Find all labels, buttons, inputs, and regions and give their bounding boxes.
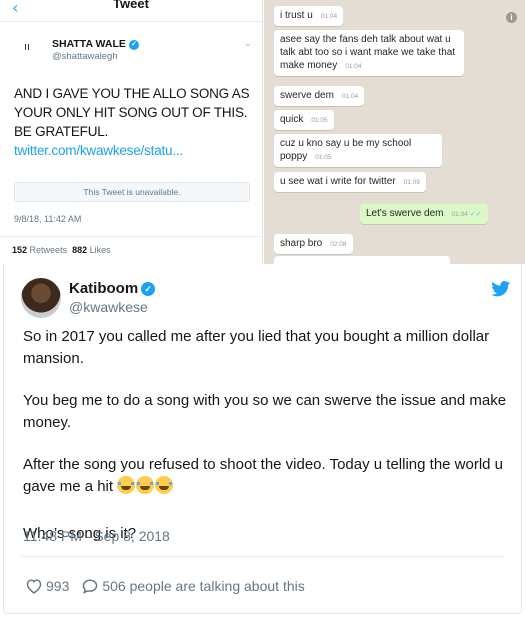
tweet-paragraph: You beg me to do a song with you so we c… <box>23 392 507 431</box>
tweet-timestamp[interactable]: 11:48 PM - Sep 8, 2018 <box>23 528 170 544</box>
chat-message: cuz u kno say u be my school poppy 01:05 <box>274 134 442 167</box>
like-count[interactable]: 882 <box>72 245 87 255</box>
talking-count: 506 people are talking about this <box>102 578 305 594</box>
message-text: cuz u kno say u be my school poppy <box>280 138 412 162</box>
quoted-tweet-screenshot: ‹ Tweet ıı SHATTA WALE ✓ @shattawalegh ⌄ … <box>0 0 263 264</box>
message-text: i trust u <box>280 10 313 21</box>
message-time: 01:04 <box>320 13 338 20</box>
chat-message-cut-off <box>274 256 450 264</box>
tweet-header-title: Tweet <box>113 0 149 11</box>
twitter-bird-icon[interactable] <box>491 281 511 297</box>
tweet-body: AND I GAVE YOU THE ALLO SONG AS YOUR ONL… <box>14 86 250 139</box>
like-action[interactable]: 993 <box>25 578 69 594</box>
reply-action[interactable]: 506 people are talking about this <box>81 578 305 594</box>
chat-screenshot: i i trust u 01:04 asee say the fans deh t… <box>264 0 525 264</box>
avatar[interactable] <box>21 278 61 318</box>
tweet-author-name[interactable]: SHATTA WALE ✓ <box>52 38 139 50</box>
avatar[interactable]: ıı <box>24 40 32 54</box>
message-time: 01:05 <box>311 117 328 124</box>
tweet-paragraph: So in 2017 you called me after you lied … <box>23 328 490 367</box>
tweet-paragraph-text: After the song you refused to shoot the … <box>23 456 504 495</box>
verified-icon: ✓ <box>141 282 156 296</box>
chat-message: u see wat i write for twitter 01:09 <box>274 172 426 192</box>
message-time: 01:04 <box>341 93 359 100</box>
message-text: sharp bro <box>280 238 323 249</box>
message-time: 01:05 <box>315 154 332 161</box>
tweet-card-header: Katiboom ✓ @kwawkese <box>21 278 511 318</box>
chat-message: i trust u 01:04 <box>274 6 344 26</box>
message-text: Let's swerve dem <box>366 208 444 219</box>
author-name[interactable]: Katiboom ✓ <box>69 280 156 297</box>
tweet-header: ‹ Tweet <box>0 0 262 22</box>
chat-message: swerve dem 01:04 <box>274 86 365 106</box>
tears-of-joy-emoji-icon <box>155 475 174 494</box>
message-text: quick <box>280 114 304 125</box>
tears-of-joy-emoji-icon <box>117 475 136 494</box>
tweet-date: 9/8/18, 11:42 AM <box>14 214 82 224</box>
divider <box>21 556 504 557</box>
chat-message-outgoing: Let's swerve dem 01:34 ✓✓ <box>360 204 488 224</box>
message-time: 01:09 <box>403 179 420 186</box>
screenshot-collage: ‹ Tweet ıı SHATTA WALE ✓ @shattawalegh ⌄ … <box>0 0 525 264</box>
chevron-down-icon[interactable]: ⌄ <box>244 38 252 49</box>
tweet-author-handle[interactable]: @shattawalegh <box>52 51 118 62</box>
chat-message: sharp bro 02:08 <box>274 234 353 254</box>
like-count: 993 <box>46 578 70 594</box>
retweet-label: Retweets <box>29 245 68 255</box>
tweet-body: So in 2017 you called me after you lied … <box>23 326 508 545</box>
message-text: asee say the fans deh talk about wat u t… <box>280 34 456 71</box>
chat-message: asee say the fans deh talk about wat u t… <box>274 30 464 76</box>
author-handle[interactable]: @kwawkese <box>69 299 148 315</box>
tweet-link[interactable]: twitter.com/kwawkese/statu... <box>14 143 183 158</box>
tweet-stats: 152 Retweets 882 Likes <box>0 236 263 264</box>
info-icon[interactable]: i <box>506 12 517 23</box>
message-text: swerve dem <box>280 90 334 101</box>
tweet-author-row: ıı SHATTA WALE ✓ @shattawalegh ⌄ <box>20 34 256 66</box>
message-time: 01:04 <box>345 63 362 70</box>
embedded-tweet-card: Katiboom ✓ @kwawkese So in 2017 you calle… <box>3 264 522 614</box>
unavailable-tweet-notice: This Tweet is unavailable. <box>14 182 250 202</box>
retweet-count[interactable]: 152 <box>12 245 27 255</box>
heart-icon <box>26 579 42 594</box>
tweet-text: AND I GAVE YOU THE ALLO SONG AS YOUR ONL… <box>14 84 254 160</box>
comment-icon <box>83 579 98 594</box>
like-label: Likes <box>89 245 111 255</box>
tweet-actions: 993 506 people are talking about this <box>25 577 305 595</box>
tweet-paragraph: After the song you refused to shoot the … <box>23 454 508 502</box>
message-time: 02:08 <box>330 241 347 248</box>
tears-of-joy-emoji-icon <box>136 475 155 494</box>
verified-icon: ✓ <box>128 40 139 50</box>
read-ticks-icon: ✓✓ <box>469 211 482 218</box>
chat-message: quick 01:05 <box>274 110 334 130</box>
message-text: u see wat i write for twitter <box>280 176 396 187</box>
message-time: 01:34 <box>451 211 468 218</box>
